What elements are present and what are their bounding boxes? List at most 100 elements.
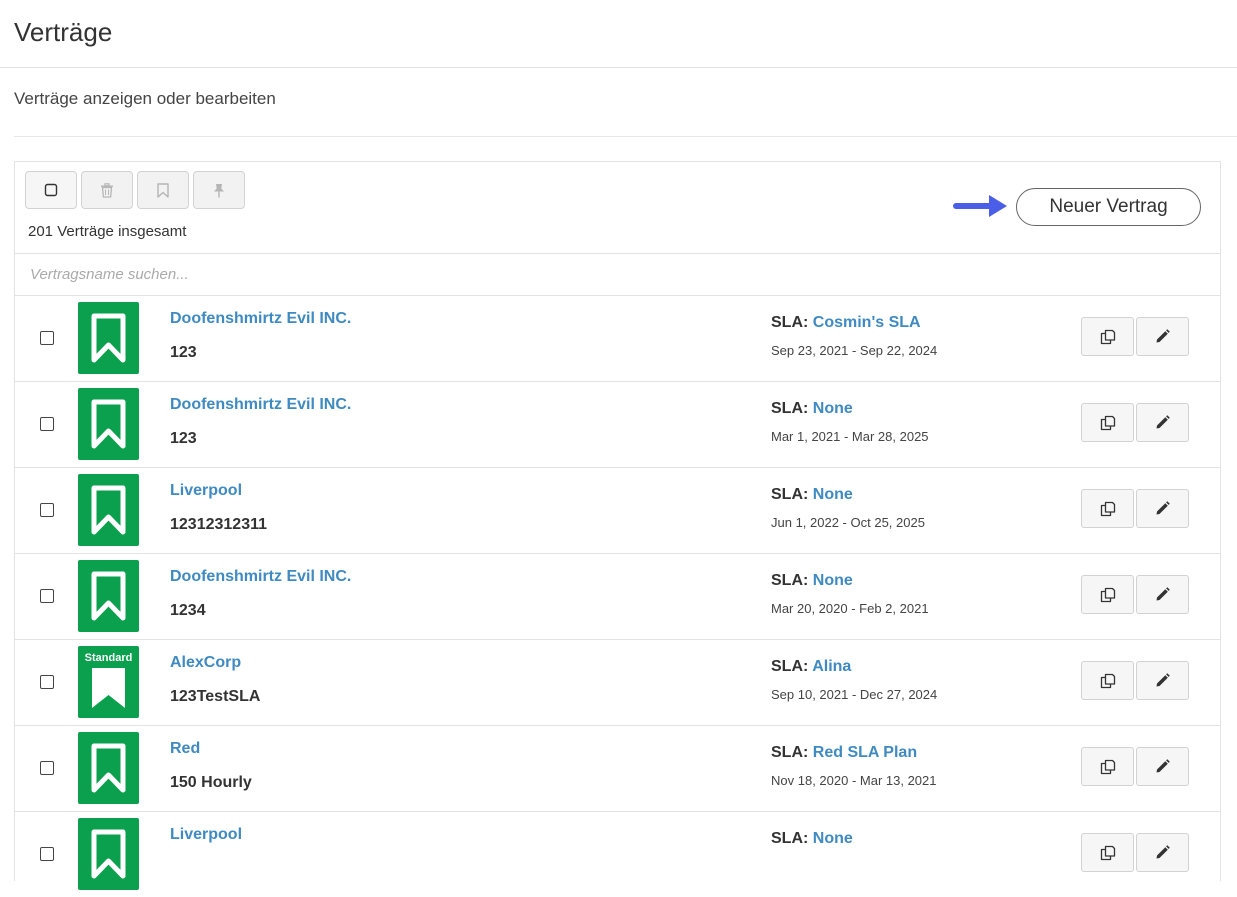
sla-info: SLA: None <box>771 486 853 504</box>
contract-dates: Mar 1, 2021 - Mar 28, 2025 <box>771 429 929 444</box>
bookmark-icon <box>157 182 169 198</box>
contract-number: 123 <box>170 344 197 361</box>
sla-label: SLA: <box>771 400 809 417</box>
sla-link[interactable]: None <box>813 572 853 589</box>
row-checkbox[interactable] <box>40 847 54 861</box>
contract-number: 1234 <box>170 602 206 619</box>
sla-info: SLA: None <box>771 830 853 848</box>
edit-button[interactable] <box>1136 403 1189 442</box>
contract-list: Doofenshmirtz Evil INC. 123 SLA: Cosmin'… <box>15 295 1220 897</box>
edit-button[interactable] <box>1136 575 1189 614</box>
row-checkbox[interactable] <box>40 589 54 603</box>
bookmark-icon <box>91 313 126 363</box>
row-checkbox[interactable] <box>40 417 54 431</box>
row-checkbox[interactable] <box>40 331 54 345</box>
copy-button[interactable] <box>1081 747 1134 786</box>
sla-info: SLA: Alina <box>771 658 851 676</box>
bookmark-button[interactable] <box>137 171 189 209</box>
edit-button[interactable] <box>1136 661 1189 700</box>
checkbox-icon <box>44 183 58 197</box>
sla-link[interactable]: Alina <box>812 658 851 675</box>
page-subtitle: Verträge anzeigen oder bearbeiten <box>14 89 276 108</box>
copy-icon <box>1100 329 1115 344</box>
copy-button[interactable] <box>1081 489 1134 528</box>
contract-tile <box>78 388 139 460</box>
copy-button[interactable] <box>1081 403 1134 442</box>
sla-label: SLA: <box>771 658 809 675</box>
edit-button[interactable] <box>1136 317 1189 356</box>
contract-tile <box>78 474 139 546</box>
contract-number: 12312312311 <box>170 516 267 533</box>
sla-label: SLA: <box>771 314 809 331</box>
new-contract-button[interactable]: Neuer Vertrag <box>1016 188 1201 226</box>
row-checkbox[interactable] <box>40 675 54 689</box>
contract-row[interactable]: Doofenshmirtz Evil INC. 123 SLA: None Ma… <box>15 381 1220 467</box>
delete-button[interactable] <box>81 171 133 209</box>
select-all-button[interactable] <box>25 171 77 209</box>
sla-info: SLA: Cosmin's SLA <box>771 314 921 332</box>
row-checkbox[interactable] <box>40 503 54 517</box>
copy-button[interactable] <box>1081 317 1134 356</box>
sla-link[interactable]: Cosmin's SLA <box>813 314 921 331</box>
pencil-icon <box>1156 329 1170 343</box>
contract-name-link[interactable]: Liverpool <box>170 826 242 844</box>
edit-button[interactable] <box>1136 747 1189 786</box>
edit-button[interactable] <box>1136 489 1189 528</box>
copy-icon <box>1100 501 1115 516</box>
contract-row[interactable]: Liverpool 12312312311 SLA: None Jun 1, 2… <box>15 467 1220 553</box>
contract-number: 123 <box>170 430 197 447</box>
pin-button[interactable] <box>193 171 245 209</box>
pin-icon <box>214 183 224 197</box>
contract-dates: Jun 1, 2022 - Oct 25, 2025 <box>771 515 925 530</box>
contract-number: 123TestSLA <box>170 688 261 705</box>
copy-icon <box>1100 845 1115 860</box>
tile-badge-label: Standard <box>84 652 133 664</box>
copy-button[interactable] <box>1081 661 1134 700</box>
contract-row[interactable]: Red 150 Hourly SLA: Red SLA Plan Nov 18,… <box>15 725 1220 811</box>
sla-label: SLA: <box>771 744 809 761</box>
arrow-right-icon <box>953 195 1007 217</box>
bookmark-icon <box>91 399 126 449</box>
contract-name-link[interactable]: Doofenshmirtz Evil INC. <box>170 310 351 328</box>
subtitle-divider <box>14 136 1237 137</box>
sla-label: SLA: <box>771 486 809 503</box>
contract-name-link[interactable]: Red <box>170 740 200 758</box>
bookmark-icon <box>91 571 126 621</box>
contract-row[interactable]: Doofenshmirtz Evil INC. 1234 SLA: None M… <box>15 553 1220 639</box>
contract-tile: Standard <box>78 646 139 718</box>
contract-name-link[interactable]: Doofenshmirtz Evil INC. <box>170 396 351 414</box>
contract-row[interactable]: Doofenshmirtz Evil INC. 123 SLA: Cosmin'… <box>15 295 1220 381</box>
trash-icon <box>101 182 113 198</box>
edit-button[interactable] <box>1136 833 1189 872</box>
sla-label: SLA: <box>771 830 809 847</box>
sla-info: SLA: None <box>771 572 853 590</box>
sla-link[interactable]: None <box>813 400 853 417</box>
bulk-toolbar <box>25 171 245 209</box>
sla-label: SLA: <box>771 572 809 589</box>
search-bar <box>15 253 1220 295</box>
page-title: Verträge <box>14 17 113 47</box>
contract-dates: Nov 18, 2020 - Mar 13, 2021 <box>771 773 937 788</box>
contract-row[interactable]: Standard AlexCorp 123TestSLA SLA: Alina … <box>15 639 1220 725</box>
sla-info: SLA: None <box>771 400 853 418</box>
copy-icon <box>1100 759 1115 774</box>
pencil-icon <box>1156 759 1170 773</box>
bookmark-icon <box>91 743 126 793</box>
sla-link[interactable]: None <box>813 830 853 847</box>
search-input[interactable] <box>15 254 1220 294</box>
header-divider <box>0 67 1237 68</box>
pencil-icon <box>1156 845 1170 859</box>
copy-icon <box>1100 673 1115 688</box>
copy-button[interactable] <box>1081 575 1134 614</box>
copy-icon <box>1100 587 1115 602</box>
copy-icon <box>1100 415 1115 430</box>
contract-name-link[interactable]: AlexCorp <box>170 654 241 672</box>
contract-name-link[interactable]: Liverpool <box>170 482 242 500</box>
row-checkbox[interactable] <box>40 761 54 775</box>
sla-link[interactable]: Red SLA Plan <box>813 744 917 761</box>
contract-dates: Mar 20, 2020 - Feb 2, 2021 <box>771 601 929 616</box>
copy-button[interactable] <box>1081 833 1134 872</box>
contract-name-link[interactable]: Doofenshmirtz Evil INC. <box>170 568 351 586</box>
contract-row[interactable]: Liverpool SLA: None <box>15 811 1220 897</box>
sla-link[interactable]: None <box>813 486 853 503</box>
